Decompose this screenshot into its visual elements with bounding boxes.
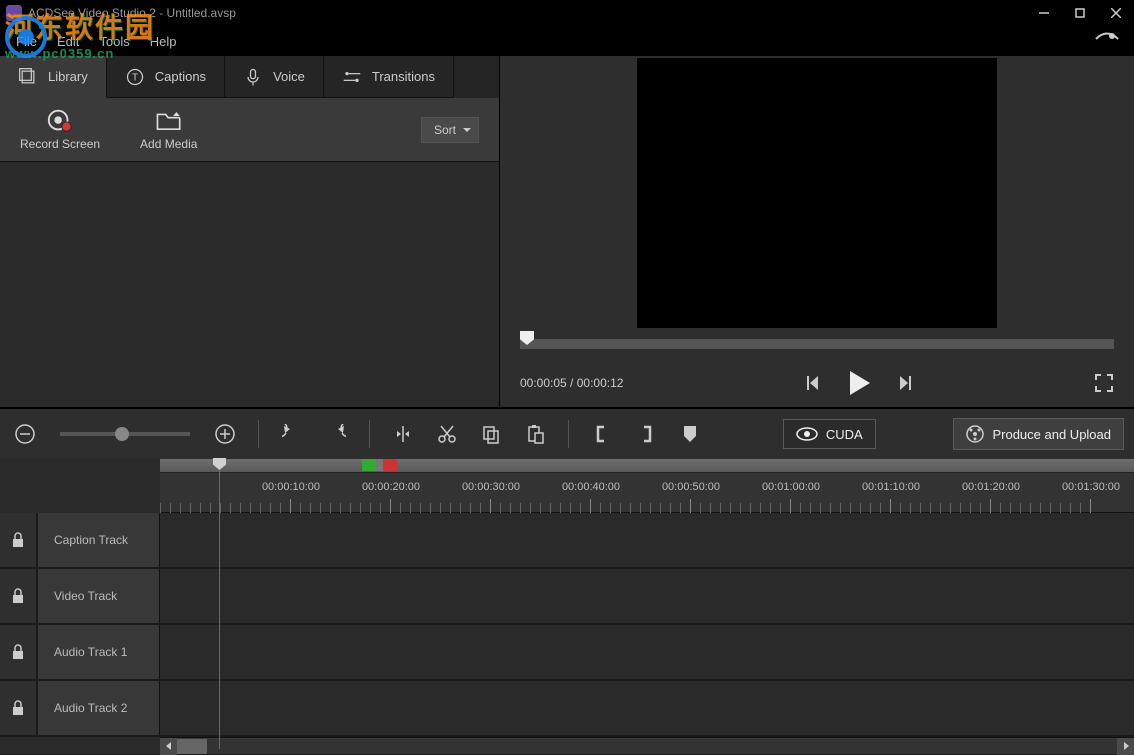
track-video-body[interactable] [160, 569, 1134, 623]
timeline-ruler[interactable]: 00:00:10:0000:00:20:0000:00:30:0000:00:4… [160, 473, 1134, 513]
scrollbar-thumb[interactable] [177, 739, 207, 754]
tab-transitions-label: Transitions [372, 69, 435, 84]
scroll-right-icon[interactable] [1117, 738, 1134, 755]
lock-icon[interactable] [0, 569, 38, 623]
preview-frame [637, 58, 997, 328]
preview-seekbar[interactable] [500, 329, 1134, 359]
copy-button[interactable] [476, 419, 506, 449]
tab-library-label: Library [48, 69, 88, 84]
tab-voice-label: Voice [273, 69, 305, 84]
preview-controls: 00:00:05 / 00:00:12 [500, 359, 1134, 407]
record-screen-icon [46, 109, 74, 133]
track-caption: Caption Track [0, 513, 1134, 569]
split-button[interactable] [388, 419, 418, 449]
produce-upload-button[interactable]: Produce and Upload [953, 418, 1124, 450]
track-audio2-body[interactable] [160, 681, 1134, 735]
menu-help[interactable]: Help [140, 30, 187, 53]
svg-text:T: T [132, 72, 138, 83]
sort-dropdown[interactable]: Sort [421, 117, 479, 143]
produce-label: Produce and Upload [992, 427, 1111, 442]
tab-voice[interactable]: Voice [225, 56, 324, 98]
left-panel: Library T Captions Voice Transitions Rec… [0, 56, 500, 407]
preview-mode-icon[interactable] [1094, 30, 1120, 51]
timeline: 00:00:10:0000:00:20:0000:00:30:0000:00:4… [0, 459, 1134, 754]
play-button[interactable] [844, 368, 874, 398]
zoom-thumb[interactable] [115, 427, 129, 441]
mark-in-button[interactable] [587, 419, 617, 449]
tab-library[interactable]: Library [0, 56, 107, 98]
lock-icon[interactable] [0, 625, 38, 679]
next-frame-button[interactable] [892, 372, 914, 394]
tab-row: Library T Captions Voice Transitions [0, 56, 499, 98]
timeline-toolbar: CUDA Produce and Upload [0, 407, 1134, 459]
track-audio1-body[interactable] [160, 625, 1134, 679]
menu-edit[interactable]: Edit [47, 30, 89, 53]
lock-icon[interactable] [0, 681, 38, 735]
menu-tools[interactable]: Tools [89, 30, 139, 53]
paste-button[interactable] [520, 419, 550, 449]
preview-panel: 00:00:05 / 00:00:12 [500, 56, 1134, 407]
clip-range-marker[interactable] [362, 459, 397, 471]
track-video-label[interactable]: Video Track [38, 569, 160, 623]
prev-frame-button[interactable] [804, 372, 826, 394]
cut-button[interactable] [432, 419, 462, 449]
fullscreen-button[interactable] [1094, 373, 1114, 393]
marker-button[interactable] [675, 419, 705, 449]
record-screen-button[interactable]: Record Screen [20, 109, 100, 151]
sort-label: Sort [434, 123, 456, 137]
tab-captions-label: Captions [155, 69, 206, 84]
mark-out-button[interactable] [631, 419, 661, 449]
timeline-scrollbar[interactable] [160, 737, 1134, 754]
app-icon [6, 5, 22, 21]
lock-icon[interactable] [0, 513, 38, 567]
track-audio2: Audio Track 2 [0, 681, 1134, 737]
track-video: Video Track [0, 569, 1134, 625]
record-screen-label: Record Screen [20, 137, 100, 151]
zoom-slider[interactable] [60, 432, 190, 436]
add-media-label: Add Media [140, 137, 197, 151]
close-button[interactable] [1098, 0, 1134, 26]
track-audio1-label[interactable]: Audio Track 1 [38, 625, 160, 679]
track-audio1: Audio Track 1 [0, 625, 1134, 681]
zoom-out-button[interactable] [10, 419, 40, 449]
tab-captions[interactable]: T Captions [107, 56, 225, 98]
maximize-button[interactable] [1062, 0, 1098, 26]
titlebar: ACDSee Video Studio 2 - Untitled.avsp [0, 0, 1134, 26]
track-caption-body[interactable] [160, 513, 1134, 567]
library-body [0, 162, 499, 407]
cuda-label: CUDA [826, 427, 863, 442]
timeline-header-strip[interactable] [160, 459, 1134, 473]
cuda-button[interactable]: CUDA [783, 419, 876, 449]
track-audio2-label[interactable]: Audio Track 2 [38, 681, 160, 735]
add-media-button[interactable]: Add Media [140, 109, 197, 151]
seek-thumb[interactable] [520, 331, 534, 345]
window-title: ACDSee Video Studio 2 - Untitled.avsp [28, 6, 1026, 20]
menubar: File Edit Tools Help [0, 26, 1134, 56]
preview-viewport [500, 56, 1134, 329]
redo-button[interactable] [321, 419, 351, 449]
add-media-icon [155, 109, 183, 133]
library-toolbar: Record Screen Add Media Sort [0, 98, 499, 162]
track-caption-label[interactable]: Caption Track [38, 513, 160, 567]
menu-file[interactable]: File [6, 30, 47, 53]
undo-button[interactable] [277, 419, 307, 449]
scroll-left-icon[interactable] [160, 738, 177, 755]
preview-time: 00:00:05 / 00:00:12 [520, 376, 623, 390]
zoom-in-button[interactable] [210, 419, 240, 449]
tab-transitions[interactable]: Transitions [324, 56, 454, 98]
minimize-button[interactable] [1026, 0, 1062, 26]
